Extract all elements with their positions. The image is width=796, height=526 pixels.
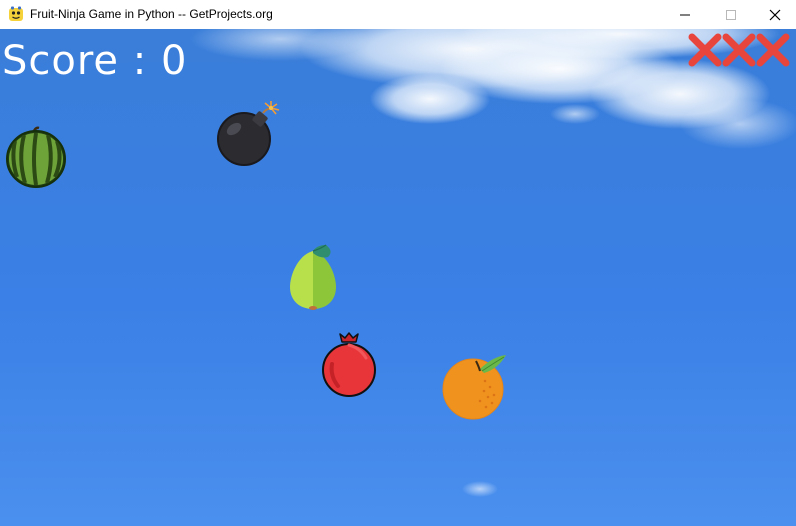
red-x-icon [688, 33, 722, 67]
bomb[interactable] [216, 99, 286, 169]
pygame-snake-icon [9, 6, 23, 21]
guava-fruit[interactable] [286, 241, 340, 311]
minimize-icon [680, 14, 690, 15]
title-bar[interactable]: Fruit-Ninja Game in Python -- GetProject… [0, 0, 796, 29]
pomegranate-fruit[interactable] [320, 332, 378, 398]
game-window: Fruit-Ninja Game in Python -- GetProject… [0, 0, 796, 526]
orange-fruit[interactable] [440, 351, 510, 421]
watermelon-fruit[interactable] [5, 125, 67, 189]
lives-indicator [688, 33, 790, 67]
window-title: Fruit-Ninja Game in Python -- GetProject… [30, 7, 273, 21]
score-label: Score : 0 [2, 38, 188, 84]
close-button[interactable] [752, 0, 796, 29]
game-canvas[interactable]: Score : 0 [0, 29, 796, 526]
minimize-button[interactable] [662, 0, 708, 29]
red-x-icon [722, 33, 756, 67]
maximize-button[interactable] [708, 0, 754, 29]
close-icon [769, 9, 781, 20]
red-x-icon [756, 33, 790, 67]
sky-background [0, 29, 796, 526]
maximize-icon [726, 9, 736, 20]
fuse-spark-icon [264, 101, 280, 115]
